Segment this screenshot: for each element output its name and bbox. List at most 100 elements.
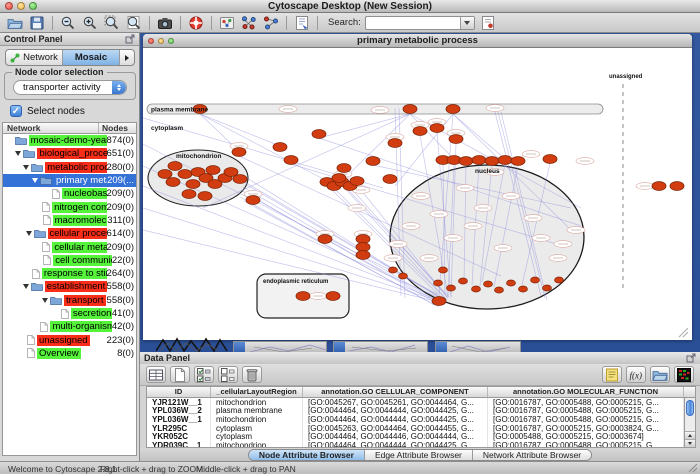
network-view-titlebar[interactable]: primary metabolic process [143,34,692,48]
scroll-up-icon[interactable] [685,431,695,439]
delete-attribute-icon[interactable] [242,366,262,383]
network-tree-row[interactable]: Overview8(0) [3,347,136,360]
graph-node[interactable] [356,251,370,260]
table-row[interactable]: YKR052Ccytoplasm[GO:0044464, GO:0044446,… [147,432,695,441]
graph-node[interactable] [158,170,172,179]
network-view-window[interactable]: primary metabolic process plasma membran… [143,34,692,340]
graph-node[interactable] [366,157,380,166]
network-tree-row[interactable]: biological_process651(0) [3,147,136,160]
graph-node[interactable] [312,130,326,139]
graph-node[interactable] [186,180,200,189]
network-tree-row[interactable]: cell communicat22(0) [3,254,136,267]
graph-node[interactable] [472,286,481,292]
expand-triangle-icon[interactable] [42,298,48,303]
graph-node[interactable] [166,178,180,187]
network-tree-row[interactable]: nitrogen compo209(0) [3,200,136,213]
graph-node[interactable] [543,155,557,164]
tab-node-attribute-browser[interactable]: Node Attribute Browser [249,450,365,460]
graph-node[interactable] [273,143,287,152]
graph-node[interactable] [519,286,528,292]
filter-icon[interactable] [293,14,311,31]
graph-node[interactable] [485,157,499,166]
graph-node[interactable] [178,170,192,179]
graph-node[interactable] [399,273,408,279]
graph-node[interactable] [432,297,446,306]
graph-node[interactable] [232,148,246,157]
graph-node[interactable] [652,182,666,191]
formula-icon[interactable]: f(x) [626,366,646,383]
graph-node[interactable] [495,287,504,293]
graph-node[interactable] [326,292,340,301]
graph-node[interactable] [434,280,443,286]
tab-edge-attribute-browser[interactable]: Edge Attribute Browser [365,450,473,460]
background-window-strip[interactable] [233,341,327,352]
graph-node[interactable] [182,190,196,199]
network-tree-row[interactable]: unassigned223(0) [3,333,136,346]
tab-network[interactable]: Network [6,50,63,65]
graph-node[interactable] [198,192,212,201]
network-tree-row[interactable]: cellular metabo209(0) [3,240,136,253]
tab-mosaic[interactable]: Mosaic [63,50,120,65]
table-row[interactable]: YLR295Ccytoplasm[GO:0045263, GO:0044464,… [147,424,695,433]
float-panel-icon[interactable] [125,34,135,44]
graph-node[interactable] [511,157,525,166]
scroll-down-icon[interactable] [685,439,695,447]
graph-node[interactable] [383,175,397,184]
zoom-selected-icon[interactable] [103,14,121,31]
table-column-header[interactable]: annotation.GO CELLULAR_COMPONENT [303,387,488,397]
open-folder-icon[interactable] [6,14,24,31]
graph-node[interactable] [439,267,448,273]
table-row[interactable]: YDR039C__1mitochondrion[GO:0044464, GO:0… [147,441,695,448]
combo-stepper-icon[interactable] [112,81,126,94]
graph-node[interactable] [670,182,684,191]
expand-triangle-icon[interactable] [32,178,38,183]
network-tree-row[interactable]: secretion41(0) [3,307,136,320]
expand-triangle-icon[interactable] [23,284,29,289]
graph-node[interactable] [168,162,182,171]
search-dropdown-icon[interactable] [460,17,474,29]
resize-grip-icon[interactable] [688,463,698,473]
help-icon[interactable] [187,14,205,31]
network-tree-row[interactable]: response to stimulu264(0) [3,267,136,280]
network-tree-row[interactable]: transport558(0) [3,294,136,307]
table-row[interactable]: YPL036W__2plasma membrane[GO:0044464, GO… [147,407,695,416]
network-tree-row[interactable]: cellular process614(0) [3,227,136,240]
graph-node[interactable] [543,285,552,291]
zoom-out-icon[interactable] [59,14,77,31]
tab-network-attribute-browser[interactable]: Network Attribute Browser [473,450,591,460]
network-tree-row[interactable]: multi-organism pro42(0) [3,320,136,333]
expand-triangle-icon[interactable] [23,165,29,170]
background-window-thumbnail[interactable] [156,337,228,352]
zoom-in-icon[interactable] [81,14,99,31]
scrollbar-thumb[interactable] [686,400,694,416]
graph-node[interactable] [332,174,346,183]
search-input[interactable] [365,16,475,30]
import-attributes-icon[interactable] [650,366,670,383]
graph-node[interactable] [284,156,298,165]
select-attributes-icon[interactable] [194,366,214,383]
annotation-icon[interactable] [479,14,497,31]
graph-node[interactable] [447,285,456,291]
network-tree-row[interactable]: nucleobase-209(0) [3,187,136,200]
graph-node[interactable] [507,280,516,286]
graph-node[interactable] [430,124,444,133]
graph-node[interactable] [318,235,332,244]
notes-icon[interactable] [602,366,622,383]
tabs-overflow-button[interactable] [120,50,134,65]
table-row[interactable]: YPL036W__1mitochondrion[GO:0044464, GO:0… [147,415,695,424]
graph-node[interactable] [484,281,493,287]
canvas-resize-grip-icon[interactable] [679,328,688,337]
graph-node[interactable] [246,196,260,205]
graph-node[interactable] [206,166,220,175]
graph-node[interactable] [459,157,473,166]
table-column-header[interactable]: ID [147,387,211,397]
network-tree-row[interactable]: macromolecule311(0) [3,214,136,227]
select-nodes-checkbox[interactable]: ✓ [10,105,22,117]
background-window-strip[interactable] [435,341,521,352]
graph-node[interactable] [350,177,364,186]
table-column-header[interactable]: _cellularLayoutRegion [211,387,303,397]
network-tree-row[interactable]: establishment of lo558(0) [3,280,136,293]
network-tree-row[interactable]: primary metabo209(... [3,174,136,187]
graph-node[interactable] [472,156,486,165]
node-color-select[interactable]: transporter activity [13,80,127,95]
